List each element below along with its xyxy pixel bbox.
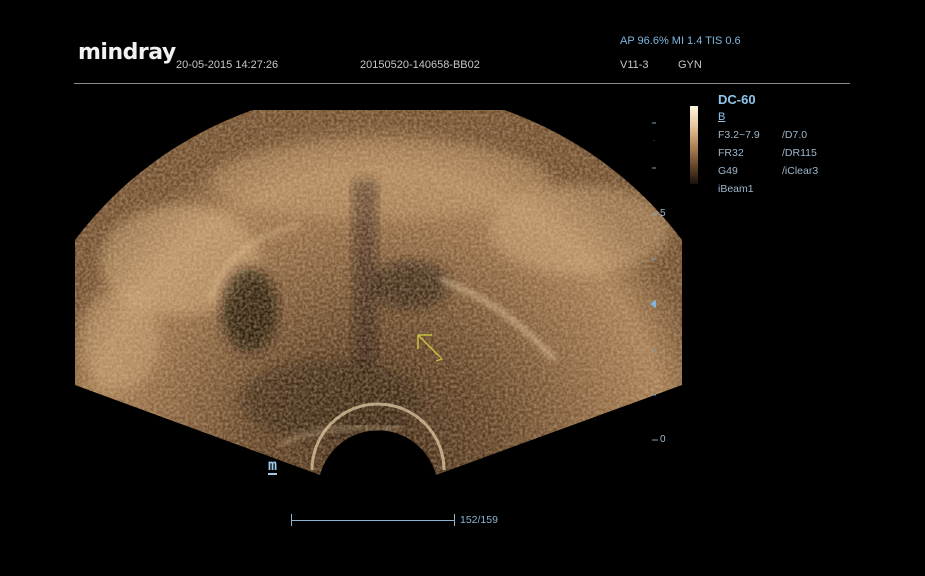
grayscale-bar — [690, 106, 698, 184]
exam-id: 20150520-140658-BB02 — [360, 59, 480, 71]
depth-mark-5: 5 — [660, 208, 666, 219]
param-frame-rate: FR32 — [718, 147, 744, 159]
mode-label: B — [718, 111, 726, 123]
cine-progress-bar[interactable] — [292, 520, 454, 521]
cine-frame-counter: 152/159 — [460, 514, 498, 526]
depth-mark-0: 0 — [660, 434, 666, 445]
brand-logo: mindray — [78, 40, 176, 65]
ultrasound-image — [75, 110, 682, 475]
header-divider — [74, 83, 850, 84]
sector-image — [75, 110, 682, 475]
probe-name: V11-3 — [620, 59, 649, 71]
acoustic-output: AP 96.6% MI 1.4 TIS 0.6 — [620, 35, 741, 47]
exam-datetime: 20-05-2015 14:27:26 — [176, 59, 279, 71]
param-dynamic-range: /DR115 — [782, 147, 817, 159]
param-iclear: /iClear3 — [782, 165, 819, 177]
cine-end-tick[interactable] — [454, 514, 455, 526]
param-gain: G49 — [718, 165, 738, 177]
preset-label: DC-60 — [718, 92, 756, 107]
orientation-marker-icon: m — [268, 456, 278, 475]
param-ibeam: iBeam1 — [718, 183, 754, 195]
param-frequency: F3.2~7.9 — [718, 129, 760, 141]
param-depth: /D7.0 — [782, 129, 808, 141]
exam-type: GYN — [678, 59, 702, 71]
